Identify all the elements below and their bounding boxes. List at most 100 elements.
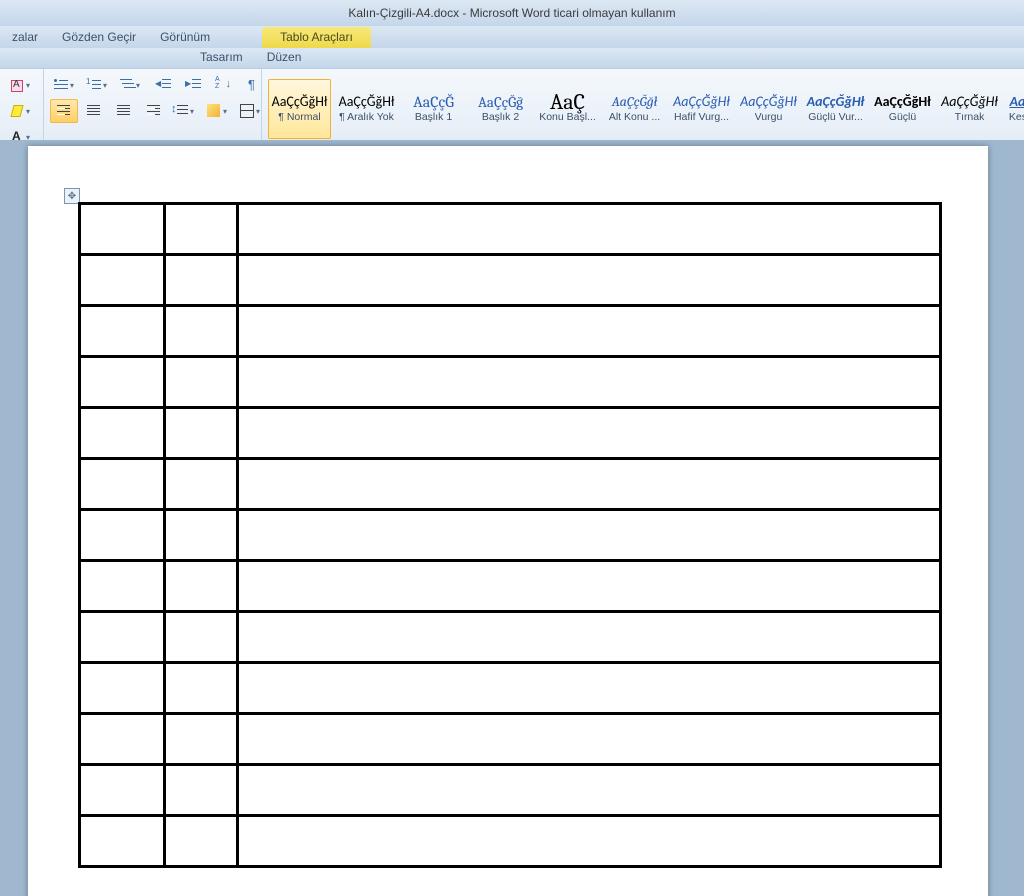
sort-button[interactable]: [209, 73, 237, 97]
table-cell[interactable]: [165, 663, 238, 714]
table-cell[interactable]: [165, 612, 238, 663]
table-cell[interactable]: [165, 459, 238, 510]
tab-review[interactable]: Gözden Geçir: [50, 27, 148, 48]
table-cell[interactable]: [165, 510, 238, 561]
table-cell[interactable]: [238, 306, 941, 357]
table-row[interactable]: [80, 357, 941, 408]
table-cell[interactable]: [238, 408, 941, 459]
table-cell[interactable]: [238, 765, 941, 816]
style-item-2[interactable]: AaÇçĞBaşlık 1: [402, 79, 465, 139]
style-sample: AaÇçĞğHł: [941, 95, 998, 109]
style-item-10[interactable]: AaÇçĞğHłTırnak: [938, 79, 1001, 139]
table-row[interactable]: [80, 459, 941, 510]
table-cell[interactable]: [165, 816, 238, 867]
table-row[interactable]: [80, 561, 941, 612]
increase-indent-button[interactable]: [179, 73, 207, 97]
clear-formatting-button[interactable]: ▾: [6, 73, 37, 97]
table-cell[interactable]: [165, 408, 238, 459]
style-sample: AaÇçĞğHł: [272, 95, 328, 109]
table-cell[interactable]: [80, 204, 165, 255]
tab-layout[interactable]: Düzen: [255, 47, 314, 68]
table-cell[interactable]: [165, 255, 238, 306]
table-cell[interactable]: [80, 306, 165, 357]
decrease-indent-button[interactable]: [149, 73, 177, 97]
table-cell[interactable]: [80, 510, 165, 561]
table-cell[interactable]: [165, 204, 238, 255]
align-left-icon: [56, 103, 72, 119]
table-cell[interactable]: [238, 612, 941, 663]
borders-icon: [239, 103, 255, 119]
highlight-color-button[interactable]: ▾: [6, 99, 37, 123]
table-cell[interactable]: [80, 663, 165, 714]
line-spacing-button[interactable]: ▾: [170, 99, 201, 123]
line-spacing-icon: [173, 103, 189, 119]
table-cell[interactable]: [80, 408, 165, 459]
table-cell[interactable]: [165, 765, 238, 816]
bullets-button[interactable]: ▾: [50, 73, 81, 97]
table-cell[interactable]: [165, 714, 238, 765]
page[interactable]: [28, 146, 988, 896]
table-cell[interactable]: [165, 357, 238, 408]
style-name: ¶ Normal: [278, 111, 320, 123]
indent-icon: [185, 77, 201, 93]
table-cell[interactable]: [165, 561, 238, 612]
align-left-button[interactable]: [50, 99, 78, 123]
multilevel-list-button[interactable]: ▾: [116, 73, 147, 97]
shading-button[interactable]: ▾: [203, 99, 234, 123]
table-row[interactable]: [80, 714, 941, 765]
table-cell[interactable]: [80, 357, 165, 408]
table-row[interactable]: [80, 306, 941, 357]
table-row[interactable]: [80, 510, 941, 561]
table-cell[interactable]: [80, 255, 165, 306]
style-item-8[interactable]: AaÇçĞğHłGüçlü Vur...: [804, 79, 867, 139]
style-item-0[interactable]: AaÇçĞğHł ¶ Normal: [268, 79, 331, 139]
tab-view[interactable]: Görünüm: [148, 27, 222, 48]
tab-design[interactable]: Tasarım: [188, 47, 255, 68]
table-row[interactable]: [80, 204, 941, 255]
style-item-11[interactable]: AaÇçĞğHKeskin Tır...: [1005, 79, 1024, 139]
justify-button[interactable]: [140, 99, 168, 123]
align-center-button[interactable]: [80, 99, 108, 123]
table-row[interactable]: [80, 612, 941, 663]
table-cell[interactable]: [238, 561, 941, 612]
document-workspace[interactable]: [0, 140, 1024, 896]
style-item-3[interactable]: AaÇçĞğBaşlık 2: [469, 79, 532, 139]
table-cell[interactable]: [80, 561, 165, 612]
shading-icon: [206, 103, 222, 119]
table-cell[interactable]: [238, 816, 941, 867]
table-row[interactable]: [80, 765, 941, 816]
style-item-6[interactable]: AaÇçĞğHłHafif Vurg...: [670, 79, 733, 139]
style-name: Başlık 2: [482, 111, 519, 123]
table-cell[interactable]: [238, 714, 941, 765]
justify-icon: [146, 103, 162, 119]
style-item-5[interactable]: AaÇçĞğłAlt Konu ...: [603, 79, 666, 139]
document-table[interactable]: [78, 202, 942, 868]
bullets-icon: [53, 77, 69, 93]
style-item-7[interactable]: AaÇçĞğHłVurgu: [737, 79, 800, 139]
table-row[interactable]: [80, 663, 941, 714]
table-cell[interactable]: [238, 510, 941, 561]
table-cell[interactable]: [80, 765, 165, 816]
table-cell[interactable]: [238, 204, 941, 255]
table-cell[interactable]: [238, 357, 941, 408]
table-row[interactable]: [80, 255, 941, 306]
style-sample: AaÇ: [550, 95, 585, 109]
table-cell[interactable]: [238, 459, 941, 510]
table-cell[interactable]: [165, 306, 238, 357]
table-cell[interactable]: [80, 714, 165, 765]
align-right-button[interactable]: [110, 99, 138, 123]
table-cell[interactable]: [80, 612, 165, 663]
table-row[interactable]: [80, 816, 941, 867]
style-item-9[interactable]: AaÇçĞğHłGüçlü: [871, 79, 934, 139]
table-row[interactable]: [80, 408, 941, 459]
style-item-1[interactable]: AaÇçĞğHł¶ Aralık Yok: [335, 79, 398, 139]
style-item-4[interactable]: AaÇKonu Başl...: [536, 79, 599, 139]
style-name: Alt Konu ...: [609, 111, 660, 123]
numbering-button[interactable]: ▾: [83, 73, 114, 97]
tab-partial[interactable]: zalar: [0, 27, 50, 48]
table-cell[interactable]: [80, 459, 165, 510]
table-cell[interactable]: [238, 663, 941, 714]
table-cell[interactable]: [238, 255, 941, 306]
table-cell[interactable]: [80, 816, 165, 867]
title-bar: Kalın-Çizgili-A4.docx - Microsoft Word t…: [0, 0, 1024, 26]
